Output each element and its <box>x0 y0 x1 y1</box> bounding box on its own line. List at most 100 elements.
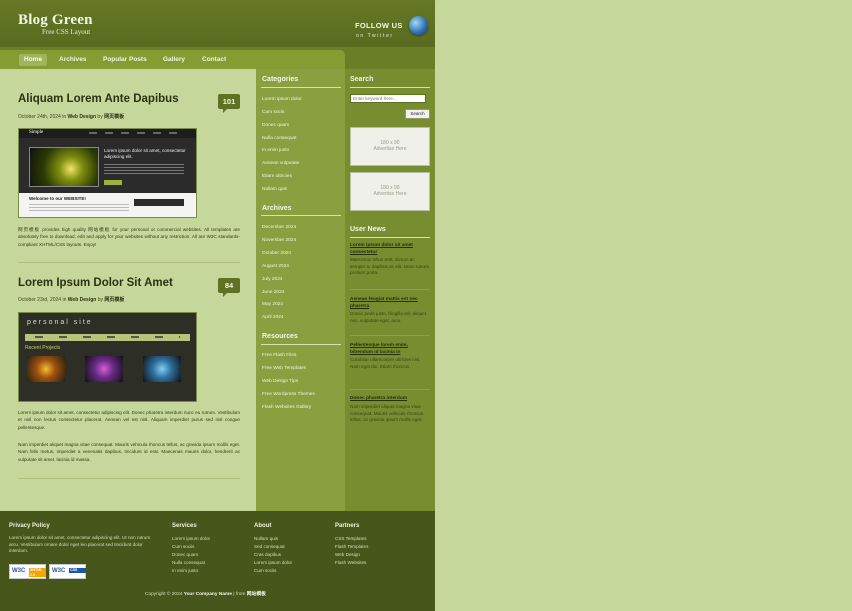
thumb-nav <box>25 334 190 341</box>
category-link[interactable]: Nulla consequat <box>262 136 296 141</box>
copyright-prefix: Copyright © 2024 <box>145 592 183 597</box>
footer-link[interactable]: CSS Templates <box>335 536 367 543</box>
logo-title[interactable]: Blog Green <box>18 12 93 29</box>
twitter-globe-icon[interactable] <box>409 16 428 35</box>
nav-item-contact[interactable]: Contact <box>197 54 231 66</box>
thumb-side-box <box>134 199 184 206</box>
post-author-link[interactable]: 网页模板 <box>104 114 124 120</box>
post-meta-in: in <box>62 297 67 303</box>
copyright-notice: Copyright © 2024 Your Company Name | fro… <box>145 590 266 597</box>
ad-banner[interactable]: 180 x 90 Advertise Here <box>350 127 430 166</box>
search-button[interactable]: Search <box>405 109 430 119</box>
post-title[interactable]: Lorem Ipsum Dolor Sit Amet <box>18 277 173 289</box>
archive-link[interactable]: November 2024 <box>262 238 296 243</box>
badge-logo: W3C <box>52 568 66 574</box>
archive-link[interactable]: October 2024 <box>262 251 291 256</box>
post-paragraph: Nam imperdiet aliquet magna vitae conseq… <box>18 442 240 462</box>
category-link[interactable]: Etiam ultricies <box>262 174 292 179</box>
news-title-link[interactable]: Aenean feugiat mattis est nec pharetra <box>350 297 430 310</box>
archive-link[interactable]: July 2024 <box>262 277 283 282</box>
w3c-css-badge[interactable]: W3C CSS <box>49 564 86 579</box>
archive-link[interactable]: August 2024 <box>262 264 289 269</box>
logo-subtitle: Free CSS Layout <box>42 28 91 36</box>
resource-link[interactable]: Free Wordpress Themes <box>262 392 315 397</box>
archives-rule <box>261 215 341 216</box>
archive-link[interactable]: April 2024 <box>262 315 284 320</box>
comment-count-badge[interactable]: 84 <box>218 278 240 297</box>
footer-link[interactable]: Cum sociis <box>254 568 276 575</box>
thumb-hero: Lorem ipsum dolor sit amet, consectetur … <box>19 138 196 193</box>
post-thumbnail[interactable]: personal site Recent Projects <box>18 312 197 402</box>
thumb-nav-links <box>35 336 180 338</box>
resource-link[interactable]: Web Design Tips <box>262 379 298 384</box>
comment-count-badge[interactable]: 101 <box>218 94 240 113</box>
nav-item-gallery[interactable]: Gallery <box>158 54 190 66</box>
post-meta-by: by <box>97 297 103 303</box>
post-category-link[interactable]: Web Design <box>68 114 97 120</box>
footer-link[interactable]: Sed consequat <box>254 544 285 551</box>
footer-link[interactable]: Flash Templates <box>335 544 368 551</box>
footer-privacy-text: Lorem ipsum dolor sit amet, consectetur … <box>9 535 151 553</box>
post-date: October 24th, 2024 <box>18 114 61 120</box>
thumb-welcome: Welcome to our WEBSITE! <box>29 196 86 201</box>
footer-link[interactable]: Lorem ipsum dolor <box>172 536 210 543</box>
w3c-xhtml-badge[interactable]: W3C XHTML 1.0 <box>9 564 46 579</box>
category-link[interactable]: Cum socis <box>262 110 284 115</box>
post-thumbnail[interactable]: Simple Lorem ipsum dolor sit amet, conse… <box>18 128 197 218</box>
nav-item-home[interactable]: Home <box>19 54 48 66</box>
badge-sub: XHTML 1.0 <box>29 568 46 577</box>
categories-rule <box>261 87 341 88</box>
thumb-hero-image <box>29 147 99 187</box>
news-divider <box>350 389 430 390</box>
ad-label: Advertise Here <box>373 146 407 152</box>
thumb-body-lines <box>29 204 129 213</box>
category-link[interactable]: Nullam quis <box>262 187 287 192</box>
thumb-section-title: Recent Projects <box>25 345 61 351</box>
news-title-link[interactable]: Pellentesque lorem enim, bibendum id lac… <box>350 343 430 356</box>
footer-link[interactable]: Nullam quis <box>254 536 278 543</box>
footer-link[interactable]: Cum sociis <box>172 544 194 551</box>
nav-item-popular-posts[interactable]: Popular Posts <box>98 54 152 66</box>
thumb-brand: personal site <box>27 319 93 326</box>
news-title-link[interactable]: Donec pharetra interdum <box>350 396 430 403</box>
footer-link[interactable]: Donec quam <box>172 552 198 559</box>
news-divider <box>350 335 430 336</box>
archive-link[interactable]: December 2024 <box>262 225 296 230</box>
footer-link[interactable]: Nulla consequat <box>172 560 205 567</box>
resource-link[interactable]: Free Web Templates <box>262 366 306 371</box>
ad-banner[interactable]: 180 x 90 Advertise Here <box>350 172 430 211</box>
footer-link[interactable]: Web Design <box>335 552 360 559</box>
category-link[interactable]: Donec quam <box>262 123 289 128</box>
company-name-link[interactable]: Your Company Name <box>184 592 232 597</box>
post-title[interactable]: Aliquam Lorem Ante Dapibus <box>18 93 179 105</box>
badge-logo: W3C <box>12 568 26 574</box>
resource-link[interactable]: Flash Websites Gallery <box>262 405 311 410</box>
thumb-project-image <box>27 356 65 382</box>
news-title-link[interactable]: Lorem ipsum dolor sit amet consectetur <box>350 243 430 256</box>
badge-sub: CSS <box>69 568 86 573</box>
footer-link[interactable]: Flash Websites <box>335 560 366 567</box>
footer-link[interactable]: Lorem ipsum dolor <box>254 560 292 567</box>
nav-item-archives[interactable]: Archives <box>54 54 91 66</box>
footer-link[interactable]: Cras dapibus <box>254 552 281 559</box>
template-source-link[interactable]: 网站模板 <box>247 592 266 597</box>
archive-link[interactable]: May 2024 <box>262 302 283 307</box>
post-meta-in: in <box>62 114 67 120</box>
user-news-rule <box>350 237 430 238</box>
category-link[interactable]: Lorem ipsum dolor <box>262 97 302 102</box>
category-link[interactable]: In enim justo <box>262 148 289 153</box>
post-author-link[interactable]: 网页模板 <box>104 297 124 303</box>
copyright-from: | from <box>233 592 246 597</box>
follow-twitter-label[interactable]: on Twitter <box>356 33 394 39</box>
category-link[interactable]: Aenean vulputate <box>262 161 299 166</box>
post-paragraph: Lorem ipsum dolor sit amet, consectetur … <box>18 410 240 430</box>
post-divider <box>18 478 240 479</box>
post-category-link[interactable]: Web Design <box>68 297 97 303</box>
search-input[interactable] <box>350 94 426 103</box>
resource-link[interactable]: Free Flash Files <box>262 353 296 358</box>
footer-link[interactable]: In enim justo <box>172 568 198 575</box>
footer-privacy-title: Privacy Policy <box>9 523 50 529</box>
follow-us-label[interactable]: FOLLOW US <box>355 21 403 30</box>
post-meta: October 24th, 2024 in Web Design by 网页模板 <box>18 113 124 120</box>
archive-link[interactable]: June 2024 <box>262 290 284 295</box>
